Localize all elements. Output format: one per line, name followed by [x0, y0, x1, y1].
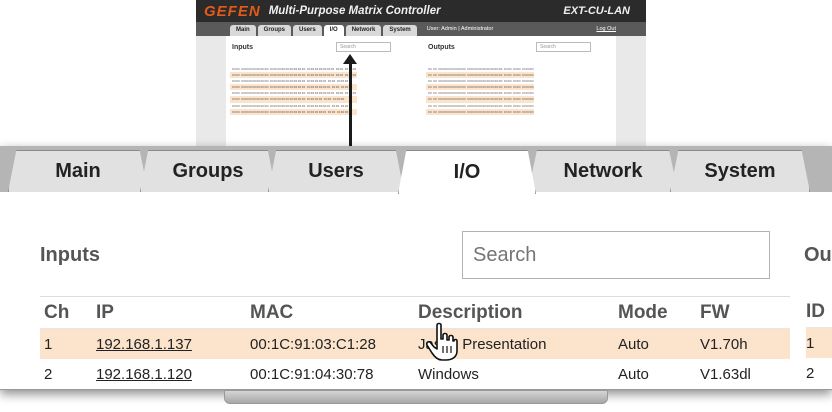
ip-link[interactable]: 192.168.1.137 [96, 336, 192, 353]
io-page: Inputs Ou Ch IP MAC Description Mode FW … [0, 192, 832, 389]
mini-tab-system[interactable]: System [383, 25, 417, 36]
outputs-table-partial: ID 1 2 [806, 296, 832, 388]
mini-output-rows: ▭ ▭ ▭▭▭▭▭▭▭ ▭▭▭▭▭▭▭▭▭ ▭▭ ▭▭ ▭▭▭ ▭ ▭ ▭▭▭▭… [426, 66, 534, 115]
cell-mac: 00:1C:91:04:30:78 [250, 365, 374, 383]
col-header-ip[interactable]: IP [96, 302, 250, 324]
tab-bar: Main Groups Users I/O Network System [0, 146, 832, 194]
mini-tab-io[interactable]: I/O [323, 25, 344, 36]
inputs-table: Ch IP MAC Description Mode FW 1 192.168.… [40, 296, 790, 389]
mini-tab-main[interactable]: Main [230, 25, 256, 36]
col-header-id[interactable]: ID [806, 296, 832, 328]
mini-inputs-label: Inputs [232, 44, 253, 51]
mini-logout-link[interactable]: Log Out [596, 26, 616, 32]
app-title: Multi-Purpose Matrix Controller [268, 5, 441, 17]
tab-groups[interactable]: Groups [140, 150, 276, 192]
mini-outputs-label: Outputs [428, 44, 455, 51]
mini-row: ▭▭ ▭▭▭▭▭▭▭ ▭▭▭▭▭▭▭▭▭ ▭▭▭▭▭ ▭▭ ▭▭▭ [230, 108, 357, 115]
table-row[interactable]: 1 192.168.1.137 00:1C:91:03:C1:28 Jason … [40, 329, 790, 359]
mini-user-info: User: Admin | Administrator [426, 26, 494, 32]
model-name: EXT-CU-LAN [563, 5, 630, 17]
mini-tab-users[interactable]: Users [293, 25, 322, 36]
mini-header: GEFEN Multi-Purpose Matrix Controller EX… [196, 0, 646, 22]
brand-logo: GEFEN [204, 2, 261, 20]
table-header: Ch IP MAC Description Mode FW [40, 297, 790, 329]
col-header-description[interactable]: Description [418, 302, 618, 324]
cell-id: 2 [806, 364, 815, 382]
cell-description: Windows [418, 365, 479, 383]
cell-mac: 00:1C:91:03:C1:28 [250, 335, 376, 353]
mini-body: Inputs Search Outputs Search ▭▭ ▭▭▭▭▭▭▭ … [226, 36, 616, 160]
ip-link[interactable]: 192.168.1.120 [96, 366, 192, 383]
mini-inputs-search[interactable]: Search [336, 42, 391, 52]
tab-system[interactable]: System [670, 150, 810, 192]
tab-network[interactable]: Network [528, 150, 678, 192]
callout-arrow-head [343, 54, 357, 64]
col-header-mode[interactable]: Mode [618, 302, 700, 324]
col-header-mac[interactable]: MAC [250, 302, 418, 324]
outputs-heading: Ou [804, 244, 832, 266]
col-header-ch[interactable]: Ch [40, 302, 96, 324]
mini-tab-network[interactable]: Network [345, 25, 382, 36]
mini-nav: Main Groups Users I/O Network System Use… [196, 22, 646, 36]
screenshot-stage: GEFEN Multi-Purpose Matrix Controller EX… [0, 0, 832, 412]
cell-fw: V1.63dl [700, 365, 751, 383]
inputs-heading: Inputs [40, 244, 100, 266]
cell-mode: Auto [618, 365, 649, 383]
cell-fw: V1.70h [700, 335, 748, 353]
mini-app-preview: GEFEN Multi-Purpose Matrix Controller EX… [196, 0, 646, 160]
col-header-fw[interactable]: FW [700, 302, 790, 324]
mini-tab-groups[interactable]: Groups [257, 25, 292, 36]
tab-io[interactable]: I/O [398, 150, 536, 194]
callout-arrow-line [349, 62, 352, 158]
inputs-search-input[interactable] [462, 231, 770, 279]
table-row[interactable]: 2 192.168.1.120 00:1C:91:04:30:78 Window… [40, 359, 790, 389]
cell-mode: Auto [618, 335, 649, 353]
cell-ch: 2 [44, 365, 53, 383]
mini-input-rows: ▭▭ ▭▭▭▭▭▭▭ ▭▭▭▭▭▭▭▭▭ ▭▭▭▭▭▭▭ ▭▭ ▭▭▭ ▭▭ ▭… [230, 66, 357, 115]
horizontal-scrollbar[interactable] [224, 390, 608, 404]
tab-users[interactable]: Users [268, 150, 404, 192]
tab-main[interactable]: Main [8, 150, 148, 192]
mini-outputs-search[interactable]: Search [536, 42, 591, 52]
zoomed-panel: Main Groups Users I/O Network System Inp… [0, 146, 832, 390]
cell-ch: 1 [44, 335, 53, 353]
hand-pointer-icon [425, 322, 458, 361]
mini-row: ▭ ▭ ▭▭▭▭▭▭▭ ▭▭▭▭▭▭▭▭▭ ▭▭ ▭▭ ▭▭▭ [426, 108, 534, 115]
cell-id: 1 [806, 328, 832, 358]
